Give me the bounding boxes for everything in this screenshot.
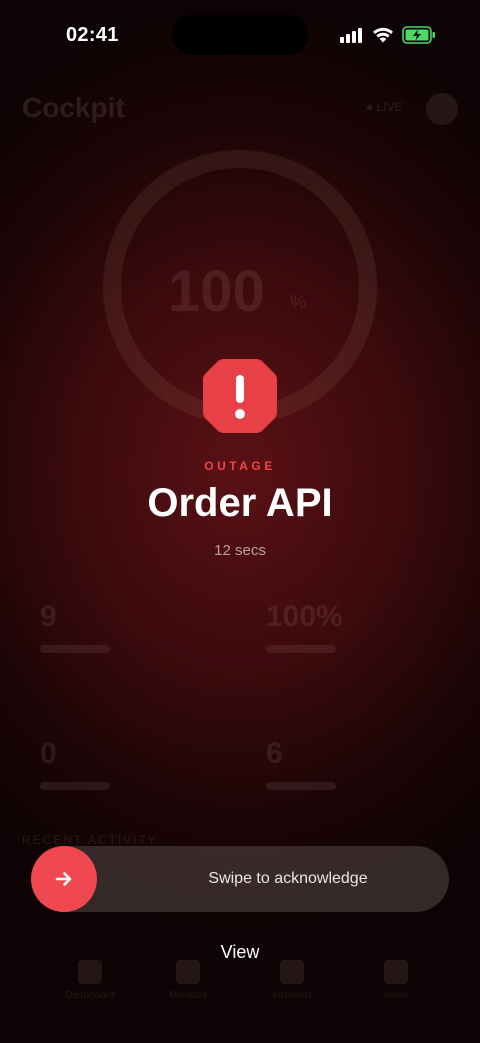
alert-title: Order API bbox=[147, 481, 333, 525]
background-tab: Monitors bbox=[158, 960, 218, 1001]
swipe-label: Swipe to acknowledge bbox=[208, 870, 368, 887]
octagon-exclamation-icon bbox=[203, 359, 277, 433]
background-stat-caption bbox=[40, 645, 110, 653]
background-tab: Inbox bbox=[366, 960, 426, 1001]
background-tab-label: Dashboard bbox=[65, 990, 115, 1001]
alert-duration: 12 secs bbox=[214, 542, 266, 559]
dynamic-island bbox=[172, 15, 308, 55]
background-stat-caption bbox=[266, 645, 336, 653]
background-section-label: RECENT ACTIVITY bbox=[22, 833, 158, 847]
background-tab: Dashboard bbox=[60, 960, 120, 1001]
background-gauge-unit: % bbox=[290, 292, 307, 312]
background-stat: 9 bbox=[40, 600, 57, 633]
wifi-icon bbox=[373, 27, 393, 43]
battery-charging-icon bbox=[402, 26, 435, 44]
background-app-title: Cockpit bbox=[22, 92, 125, 123]
background-tab-label: Monitors bbox=[168, 990, 208, 1001]
background-tab: Incidents bbox=[262, 960, 322, 1001]
background-stat: 100% bbox=[266, 600, 343, 633]
background-stat-caption bbox=[40, 782, 110, 790]
background-tab-label: Incidents bbox=[271, 990, 313, 1001]
background-tab-label: Inbox bbox=[383, 990, 409, 1001]
background-gauge-value: 100 bbox=[168, 259, 265, 324]
background-stat: 0 bbox=[40, 737, 57, 770]
background-stat-caption bbox=[266, 782, 336, 790]
background-avatar bbox=[426, 93, 458, 125]
arrow-right-icon bbox=[55, 872, 72, 886]
swipe-handle[interactable] bbox=[31, 846, 97, 912]
view-button[interactable]: View bbox=[190, 938, 290, 966]
status-bar: 02:41 bbox=[0, 0, 480, 70]
cellular-signal-icon bbox=[340, 27, 366, 43]
status-time: 02:41 bbox=[66, 24, 119, 46]
alert-type-label: OUTAGE bbox=[204, 459, 276, 473]
alert-screen: Cockpit ● LIVE 100 % 9 100% 0 6 RECENT A… bbox=[0, 0, 480, 1043]
background-live-label: ● LIVE bbox=[366, 100, 403, 114]
background-stat: 6 bbox=[266, 737, 283, 770]
